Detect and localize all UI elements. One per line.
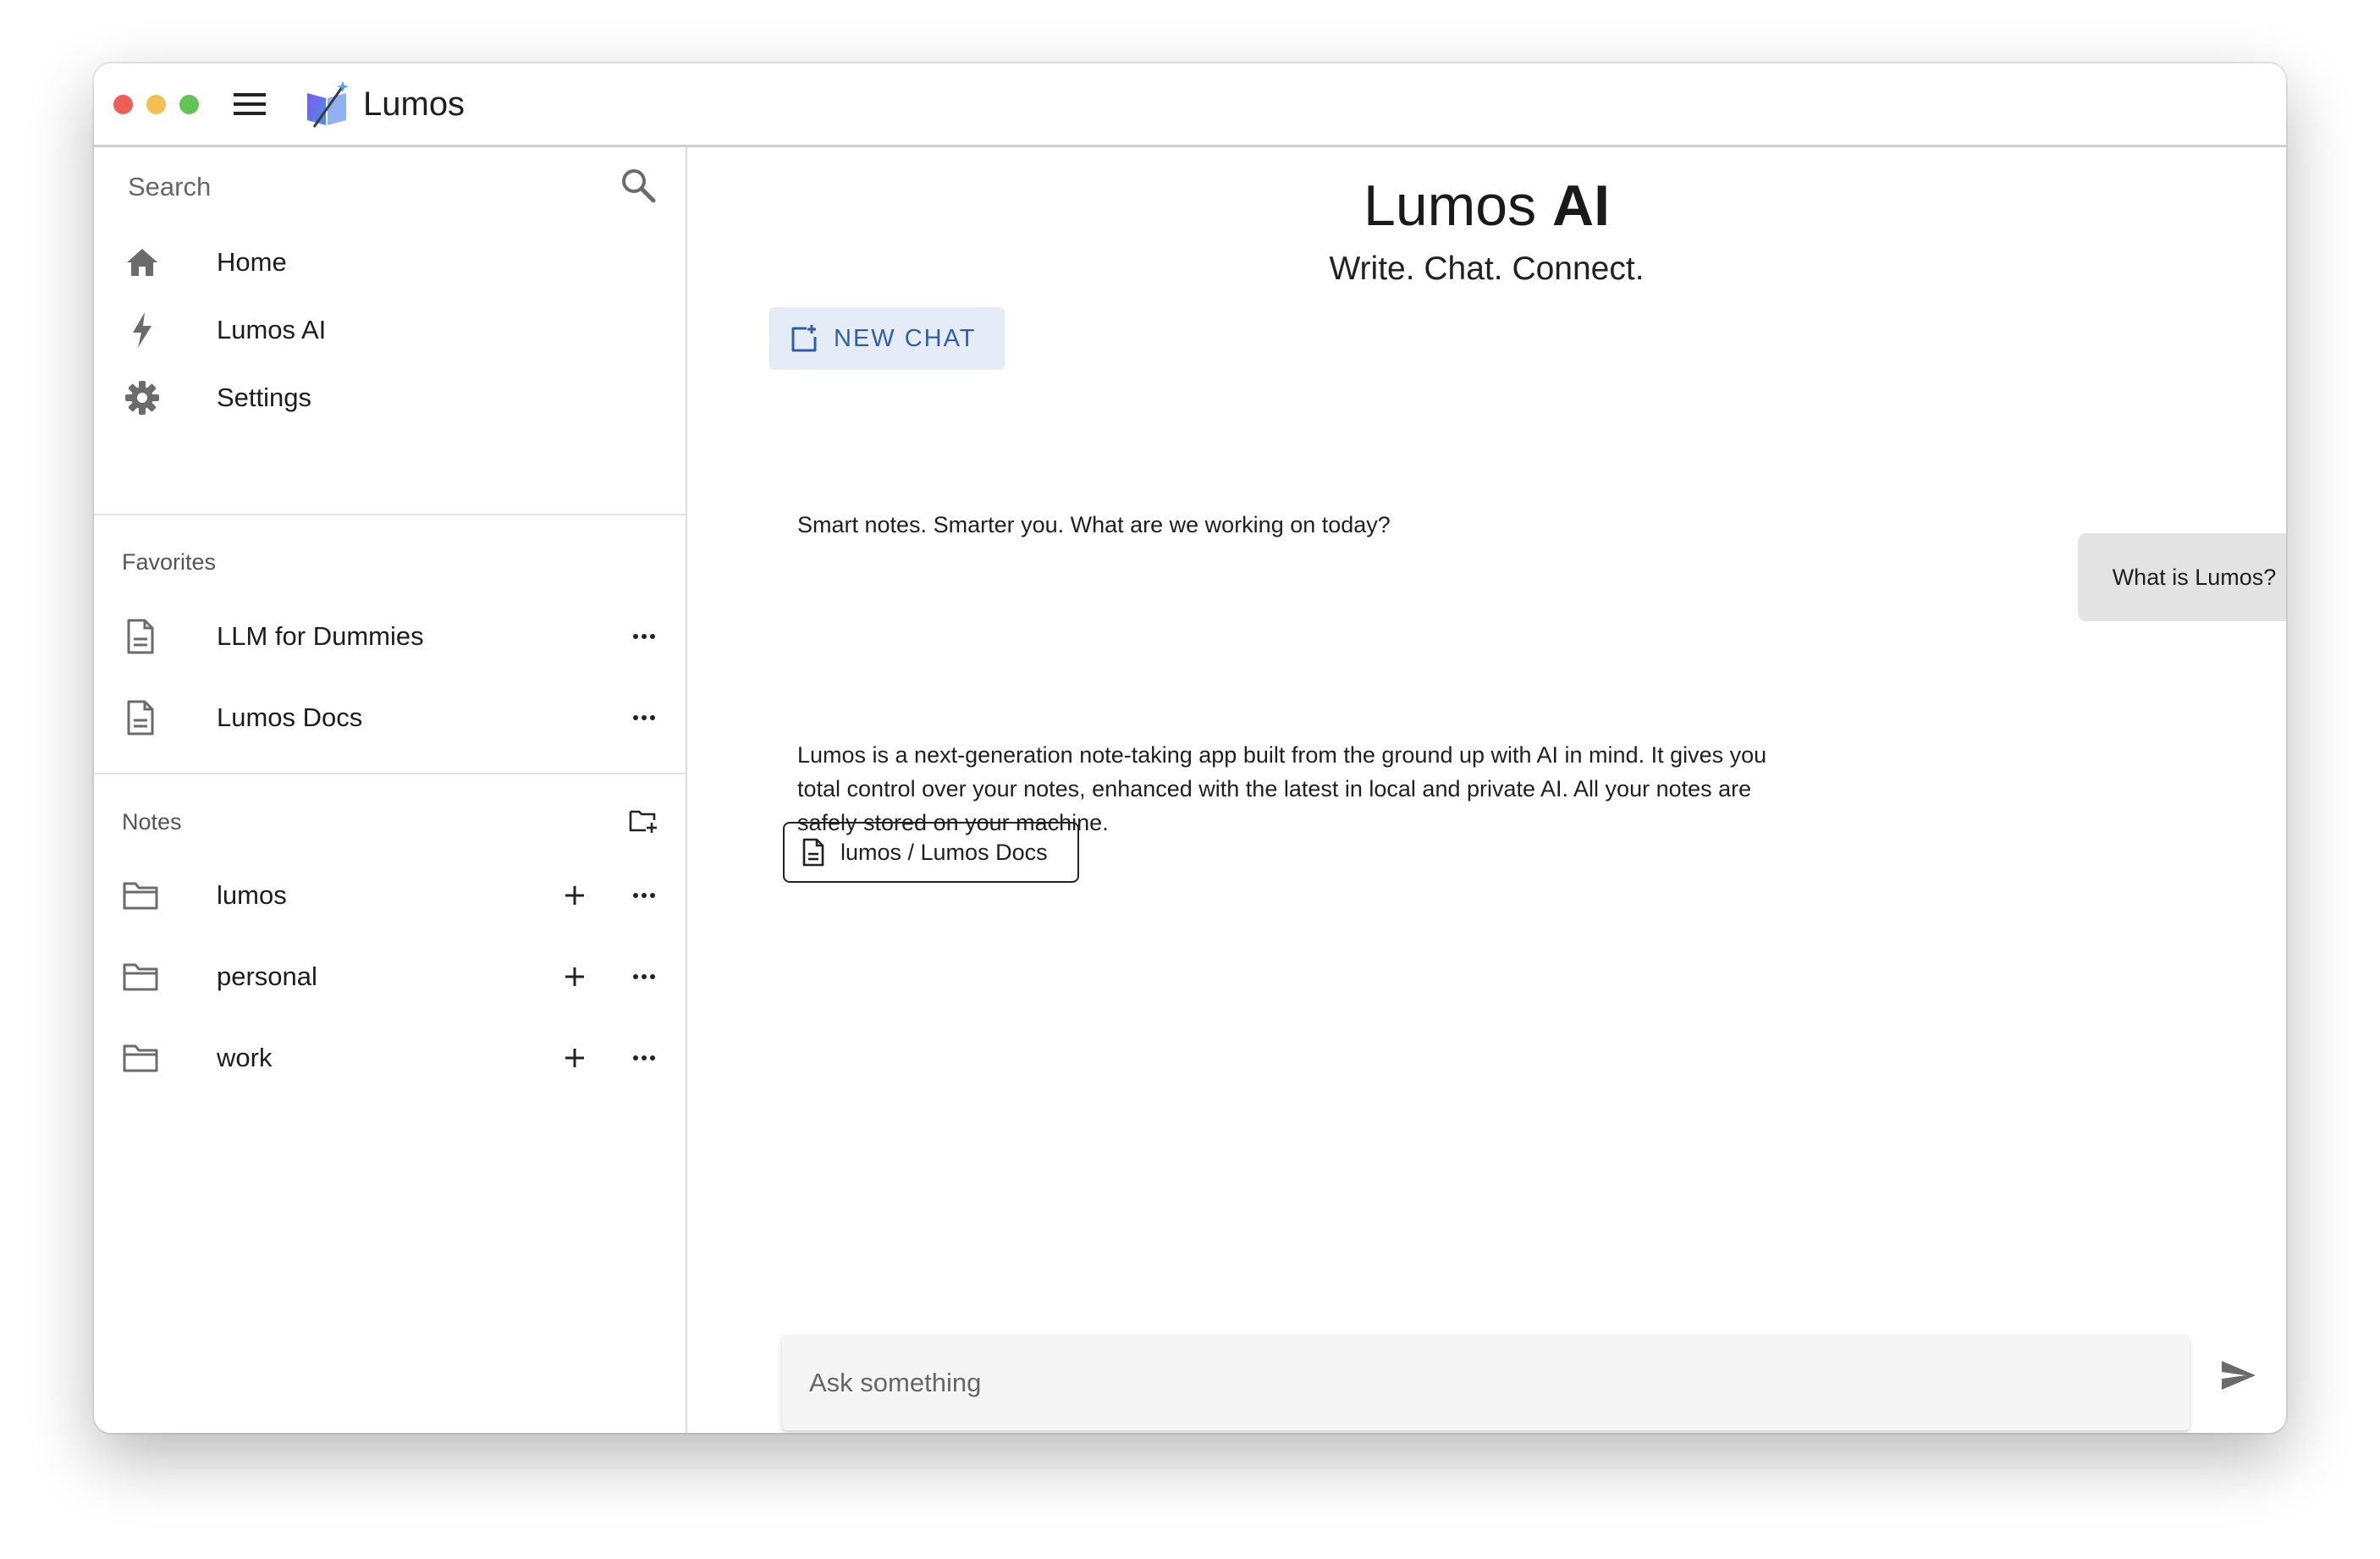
minimize-window-button[interactable]	[146, 94, 166, 114]
page-tagline: Write. Chat. Connect.	[1329, 251, 1645, 287]
folder-item-label: work	[217, 1043, 273, 1072]
favorite-item[interactable]: Lumos Docs	[94, 680, 686, 756]
search-input[interactable]	[128, 166, 593, 208]
folder-icon	[121, 957, 160, 996]
sidebar-item-label: Home	[217, 247, 287, 277]
user-message-bubble: What is Lumos?	[2078, 533, 2286, 621]
add-note-icon[interactable]	[556, 877, 593, 914]
favorite-item-label: LLM for Dummies	[217, 621, 424, 651]
page-title: Lumos AI	[687, 173, 2286, 239]
maximize-window-button[interactable]	[179, 94, 199, 114]
window-controls	[113, 94, 199, 114]
sidebar-divider	[94, 773, 686, 774]
add-note-icon[interactable]	[556, 958, 593, 995]
folder-item[interactable]: personal	[94, 939, 686, 1015]
more-options-icon[interactable]	[625, 699, 663, 736]
document-icon	[121, 617, 160, 656]
favorites-section-label: Favorites	[122, 549, 217, 575]
new-chat-label: NEW CHAT	[834, 324, 977, 352]
home-icon	[123, 243, 162, 282]
notes-section-label: Notes	[122, 809, 182, 835]
source-reference-label: lumos / Lumos Docs	[840, 839, 1048, 865]
folder-icon	[121, 876, 160, 915]
source-reference-chip[interactable]: lumos / Lumos Docs	[783, 822, 1079, 883]
lumos-logo-icon	[306, 80, 351, 129]
more-options-icon[interactable]	[625, 1039, 663, 1077]
sidebar-item-settings[interactable]: Settings	[94, 365, 686, 431]
folder-item-label: lumos	[217, 880, 287, 910]
ask-input[interactable]	[809, 1360, 2146, 1406]
bolt-icon	[123, 311, 162, 350]
favorite-item-label: Lumos Docs	[217, 702, 363, 732]
search-icon[interactable]	[619, 166, 658, 205]
ai-greeting-message: Smart notes. Smarter you. What are we wo…	[797, 512, 1391, 537]
close-window-button[interactable]	[113, 94, 133, 114]
favorite-item[interactable]: LLM for Dummies	[94, 598, 686, 675]
new-chat-icon	[788, 322, 820, 355]
sidebar-divider	[94, 514, 686, 515]
hamburger-menu-icon[interactable]	[233, 87, 267, 121]
send-icon[interactable]	[2217, 1353, 2261, 1397]
gear-icon	[123, 378, 162, 417]
folder-icon	[121, 1038, 160, 1077]
sidebar-item-label: Lumos AI	[217, 315, 327, 344]
ai-answer-line: total control over your notes, enhanced …	[797, 776, 1752, 802]
page-title-prefix: Lumos	[1364, 174, 1552, 238]
sidebar-item-label: Settings	[217, 383, 312, 412]
sidebar: Home Lumos AI	[94, 147, 687, 1433]
chat-panel: Lumos AI Write. Chat. Connect. NEW CHAT …	[687, 147, 2286, 1433]
new-chat-button[interactable]: NEW CHAT	[769, 307, 1005, 370]
folder-item[interactable]: work	[94, 1020, 686, 1096]
folder-item[interactable]: lumos	[94, 857, 686, 934]
more-options-icon[interactable]	[625, 958, 663, 995]
sidebar-item-lumos-ai[interactable]: Lumos AI	[94, 297, 686, 363]
more-options-icon[interactable]	[625, 618, 663, 655]
app-title: Lumos	[363, 85, 466, 123]
more-options-icon[interactable]	[625, 877, 663, 914]
sidebar-item-home[interactable]: Home	[94, 229, 686, 295]
title-bar: Lumos	[94, 63, 2286, 147]
ai-answer-line: Lumos is a next-generation note-taking a…	[797, 742, 1767, 768]
app-window: Lumos Home Lumos AI	[94, 63, 2286, 1433]
document-icon	[798, 837, 829, 868]
ask-input-container	[782, 1335, 2190, 1430]
sidebar-search	[94, 147, 686, 223]
document-icon	[121, 698, 160, 737]
new-folder-icon[interactable]	[625, 802, 663, 840]
add-note-icon[interactable]	[556, 1039, 593, 1077]
page-title-bold: AI	[1552, 174, 1610, 238]
folder-item-label: personal	[217, 961, 317, 991]
